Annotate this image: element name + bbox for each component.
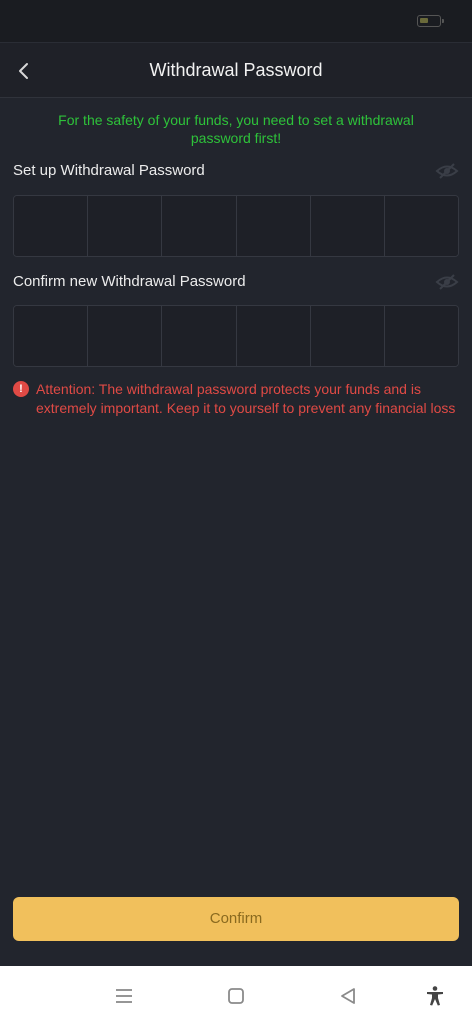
pin-digit-input[interactable]: [14, 196, 89, 256]
home-square-icon[interactable]: [225, 985, 247, 1007]
setup-password-label: Set up Withdrawal Password: [13, 162, 205, 179]
eye-off-icon: [435, 163, 459, 179]
eye-off-icon: [435, 274, 459, 290]
pin-digit-input[interactable]: [162, 306, 237, 366]
safety-notice: For the safety of your funds, you need t…: [58, 112, 414, 146]
toggle-visibility-setup-button[interactable]: [435, 162, 459, 180]
attention-text: Attention: The withdrawal password prote…: [36, 381, 456, 416]
back-triangle-icon[interactable]: [337, 985, 359, 1007]
toggle-visibility-confirm-button[interactable]: [435, 273, 459, 291]
setup-password-pin: [13, 195, 459, 257]
header: Withdrawal Password: [0, 42, 472, 98]
confirm-password-pin: [13, 305, 459, 367]
status-bar: [0, 0, 472, 42]
pin-digit-input[interactable]: [88, 196, 163, 256]
pin-digit-input[interactable]: [14, 306, 89, 366]
system-nav-bar: [0, 966, 472, 1024]
pin-digit-input[interactable]: [310, 196, 385, 256]
alert-icon: !: [13, 381, 29, 397]
pin-digit-input[interactable]: [384, 196, 458, 256]
page-title: Withdrawal Password: [149, 60, 323, 80]
pin-digit-input[interactable]: [88, 306, 163, 366]
battery-icon: [417, 15, 444, 27]
confirm-button[interactable]: Confirm: [13, 897, 459, 941]
menu-icon[interactable]: [113, 985, 135, 1007]
pin-digit-input[interactable]: [310, 306, 385, 366]
pin-digit-input[interactable]: [236, 196, 311, 256]
accessibility-icon[interactable]: [424, 985, 446, 1007]
pin-digit-input[interactable]: [162, 196, 237, 256]
app-root: Withdrawal Password For the safety of yo…: [0, 0, 472, 1024]
pin-digit-input[interactable]: [384, 306, 458, 366]
pin-digit-input[interactable]: [236, 306, 311, 366]
confirm-password-label: Confirm new Withdrawal Password: [13, 273, 246, 290]
